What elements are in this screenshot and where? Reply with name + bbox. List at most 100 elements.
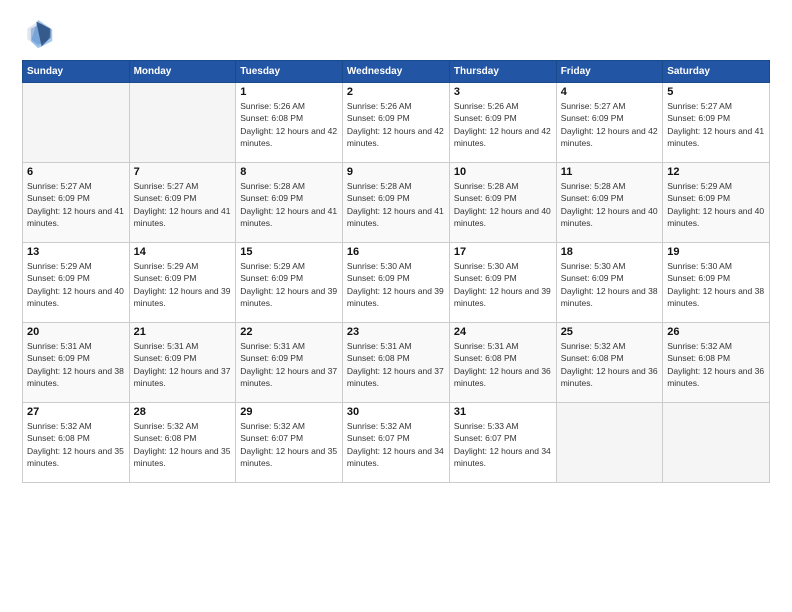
day-number: 16 bbox=[347, 246, 445, 258]
day-number: 2 bbox=[347, 86, 445, 98]
weekday-header-sunday: Sunday bbox=[23, 61, 130, 83]
day-info: Sunrise: 5:32 AM Sunset: 6:07 PM Dayligh… bbox=[240, 420, 338, 469]
calendar-cell: 27Sunrise: 5:32 AM Sunset: 6:08 PM Dayli… bbox=[23, 403, 130, 483]
calendar-table: SundayMondayTuesdayWednesdayThursdayFrid… bbox=[22, 60, 770, 483]
calendar-cell bbox=[129, 83, 236, 163]
weekday-header-friday: Friday bbox=[556, 61, 663, 83]
calendar-cell: 17 Sunrise: 5:30 AM Sunset: 6:09 PM Dayli… bbox=[449, 243, 556, 323]
calendar-cell: 29 Sunrise: 5:32 AM Sunset: 6:07 PM Dayli… bbox=[236, 403, 343, 483]
calendar-week-row: 6 Sunrise: 5:27 AM Sunset: 6:09 PM Daylig… bbox=[23, 163, 770, 243]
calendar-cell: 31Sunrise: 5:33 AM Sunset: 6:07 PM Dayli… bbox=[449, 403, 556, 483]
calendar-cell: 8Sunrise: 5:28 AM Sunset: 6:09 PM Daylig… bbox=[236, 163, 343, 243]
calendar-cell bbox=[556, 403, 663, 483]
calendar-cell: 12 Sunrise: 5:29 AM Sunset: 6:09 PM Dayli… bbox=[663, 163, 770, 243]
page: SundayMondayTuesdayWednesdayThursdayFrid… bbox=[0, 0, 792, 612]
day-info: Sunrise: 5:31 AM Sunset: 6:09 PM Dayligh… bbox=[240, 340, 338, 389]
day-number: 22 bbox=[240, 326, 338, 338]
day-info: Sunrise: 5:29 AM Sunset: 6:09 PM Dayligh… bbox=[27, 260, 125, 309]
day-number: 6 bbox=[27, 166, 125, 178]
day-number: 4 bbox=[561, 86, 659, 98]
day-number: 24 bbox=[454, 326, 552, 338]
calendar-cell: 19 Sunrise: 5:30 AM Sunset: 6:09 PM Dayli… bbox=[663, 243, 770, 323]
day-number: 25 bbox=[561, 326, 659, 338]
day-number: 10 bbox=[454, 166, 552, 178]
day-info: Sunrise: 5:26 AM Sunset: 6:09 PM Dayligh… bbox=[454, 100, 552, 149]
weekday-header-saturday: Saturday bbox=[663, 61, 770, 83]
day-info: Sunrise: 5:31 AM Sunset: 6:09 PM Dayligh… bbox=[27, 340, 125, 389]
day-number: 7 bbox=[134, 166, 232, 178]
calendar-cell: 30 Sunrise: 5:32 AM Sunset: 6:07 PM Dayli… bbox=[342, 403, 449, 483]
day-number: 12 bbox=[667, 166, 765, 178]
calendar-cell: 5 Sunrise: 5:27 AM Sunset: 6:09 PM Daylig… bbox=[663, 83, 770, 163]
day-info: Sunrise: 5:31 AM Sunset: 6:08 PM Dayligh… bbox=[347, 340, 445, 389]
weekday-header-monday: Monday bbox=[129, 61, 236, 83]
calendar-cell: 20 Sunrise: 5:31 AM Sunset: 6:09 PM Dayli… bbox=[23, 323, 130, 403]
day-number: 17 bbox=[454, 246, 552, 258]
day-number: 19 bbox=[667, 246, 765, 258]
calendar-cell: 26Sunrise: 5:32 AM Sunset: 6:08 PM Dayli… bbox=[663, 323, 770, 403]
day-number: 21 bbox=[134, 326, 232, 338]
calendar-cell: 9Sunrise: 5:28 AM Sunset: 6:09 PM Daylig… bbox=[342, 163, 449, 243]
calendar-cell: 13 Sunrise: 5:29 AM Sunset: 6:09 PM Dayli… bbox=[23, 243, 130, 323]
day-number: 13 bbox=[27, 246, 125, 258]
calendar-week-row: 13 Sunrise: 5:29 AM Sunset: 6:09 PM Dayli… bbox=[23, 243, 770, 323]
day-number: 11 bbox=[561, 166, 659, 178]
calendar-cell: 22 Sunrise: 5:31 AM Sunset: 6:09 PM Dayli… bbox=[236, 323, 343, 403]
calendar-cell: 16 Sunrise: 5:30 AM Sunset: 6:09 PM Dayli… bbox=[342, 243, 449, 323]
day-number: 28 bbox=[134, 406, 232, 418]
day-info: Sunrise: 5:30 AM Sunset: 6:09 PM Dayligh… bbox=[667, 260, 765, 309]
calendar-cell: 21 Sunrise: 5:31 AM Sunset: 6:09 PM Dayli… bbox=[129, 323, 236, 403]
day-number: 27 bbox=[27, 406, 125, 418]
logo bbox=[22, 18, 60, 50]
header bbox=[22, 18, 770, 50]
day-info: Sunrise: 5:32 AM Sunset: 6:08 PM Dayligh… bbox=[561, 340, 659, 389]
day-info: Sunrise: 5:27 AM Sunset: 6:09 PM Dayligh… bbox=[27, 180, 125, 229]
day-number: 23 bbox=[347, 326, 445, 338]
day-number: 29 bbox=[240, 406, 338, 418]
calendar-cell: 4Sunrise: 5:27 AM Sunset: 6:09 PM Daylig… bbox=[556, 83, 663, 163]
calendar-cell: 14 Sunrise: 5:29 AM Sunset: 6:09 PM Dayli… bbox=[129, 243, 236, 323]
day-info: Sunrise: 5:27 AM Sunset: 6:09 PM Dayligh… bbox=[134, 180, 232, 229]
weekday-header-wednesday: Wednesday bbox=[342, 61, 449, 83]
day-info: Sunrise: 5:30 AM Sunset: 6:09 PM Dayligh… bbox=[347, 260, 445, 309]
calendar-cell: 28Sunrise: 5:32 AM Sunset: 6:08 PM Dayli… bbox=[129, 403, 236, 483]
day-number: 18 bbox=[561, 246, 659, 258]
day-info: Sunrise: 5:32 AM Sunset: 6:07 PM Dayligh… bbox=[347, 420, 445, 469]
day-info: Sunrise: 5:30 AM Sunset: 6:09 PM Dayligh… bbox=[561, 260, 659, 309]
day-info: Sunrise: 5:26 AM Sunset: 6:09 PM Dayligh… bbox=[347, 100, 445, 149]
calendar-cell: 23 Sunrise: 5:31 AM Sunset: 6:08 PM Dayli… bbox=[342, 323, 449, 403]
calendar-cell: 6 Sunrise: 5:27 AM Sunset: 6:09 PM Daylig… bbox=[23, 163, 130, 243]
calendar-cell: 11 Sunrise: 5:28 AM Sunset: 6:09 PM Dayli… bbox=[556, 163, 663, 243]
weekday-header-row: SundayMondayTuesdayWednesdayThursdayFrid… bbox=[23, 61, 770, 83]
weekday-header-thursday: Thursday bbox=[449, 61, 556, 83]
day-info: Sunrise: 5:31 AM Sunset: 6:09 PM Dayligh… bbox=[134, 340, 232, 389]
day-number: 5 bbox=[667, 86, 765, 98]
day-info: Sunrise: 5:28 AM Sunset: 6:09 PM Dayligh… bbox=[561, 180, 659, 229]
calendar-cell bbox=[663, 403, 770, 483]
day-number: 9 bbox=[347, 166, 445, 178]
calendar-cell: 1Sunrise: 5:26 AM Sunset: 6:08 PM Daylig… bbox=[236, 83, 343, 163]
calendar-week-row: 20 Sunrise: 5:31 AM Sunset: 6:09 PM Dayli… bbox=[23, 323, 770, 403]
calendar-cell: 2 Sunrise: 5:26 AM Sunset: 6:09 PM Daylig… bbox=[342, 83, 449, 163]
day-info: Sunrise: 5:29 AM Sunset: 6:09 PM Dayligh… bbox=[134, 260, 232, 309]
day-info: Sunrise: 5:32 AM Sunset: 6:08 PM Dayligh… bbox=[667, 340, 765, 389]
day-info: Sunrise: 5:29 AM Sunset: 6:09 PM Dayligh… bbox=[667, 180, 765, 229]
weekday-header-tuesday: Tuesday bbox=[236, 61, 343, 83]
day-number: 3 bbox=[454, 86, 552, 98]
calendar-week-row: 1Sunrise: 5:26 AM Sunset: 6:08 PM Daylig… bbox=[23, 83, 770, 163]
day-number: 30 bbox=[347, 406, 445, 418]
day-info: Sunrise: 5:26 AM Sunset: 6:08 PM Dayligh… bbox=[240, 100, 338, 149]
day-number: 20 bbox=[27, 326, 125, 338]
calendar-cell: 7 Sunrise: 5:27 AM Sunset: 6:09 PM Daylig… bbox=[129, 163, 236, 243]
day-info: Sunrise: 5:28 AM Sunset: 6:09 PM Dayligh… bbox=[240, 180, 338, 229]
day-info: Sunrise: 5:30 AM Sunset: 6:09 PM Dayligh… bbox=[454, 260, 552, 309]
calendar-cell: 25 Sunrise: 5:32 AM Sunset: 6:08 PM Dayli… bbox=[556, 323, 663, 403]
logo-icon bbox=[22, 18, 54, 50]
day-info: Sunrise: 5:29 AM Sunset: 6:09 PM Dayligh… bbox=[240, 260, 338, 309]
day-info: Sunrise: 5:33 AM Sunset: 6:07 PM Dayligh… bbox=[454, 420, 552, 469]
calendar-week-row: 27Sunrise: 5:32 AM Sunset: 6:08 PM Dayli… bbox=[23, 403, 770, 483]
day-info: Sunrise: 5:28 AM Sunset: 6:09 PM Dayligh… bbox=[454, 180, 552, 229]
day-info: Sunrise: 5:27 AM Sunset: 6:09 PM Dayligh… bbox=[667, 100, 765, 149]
calendar-cell bbox=[23, 83, 130, 163]
day-number: 14 bbox=[134, 246, 232, 258]
